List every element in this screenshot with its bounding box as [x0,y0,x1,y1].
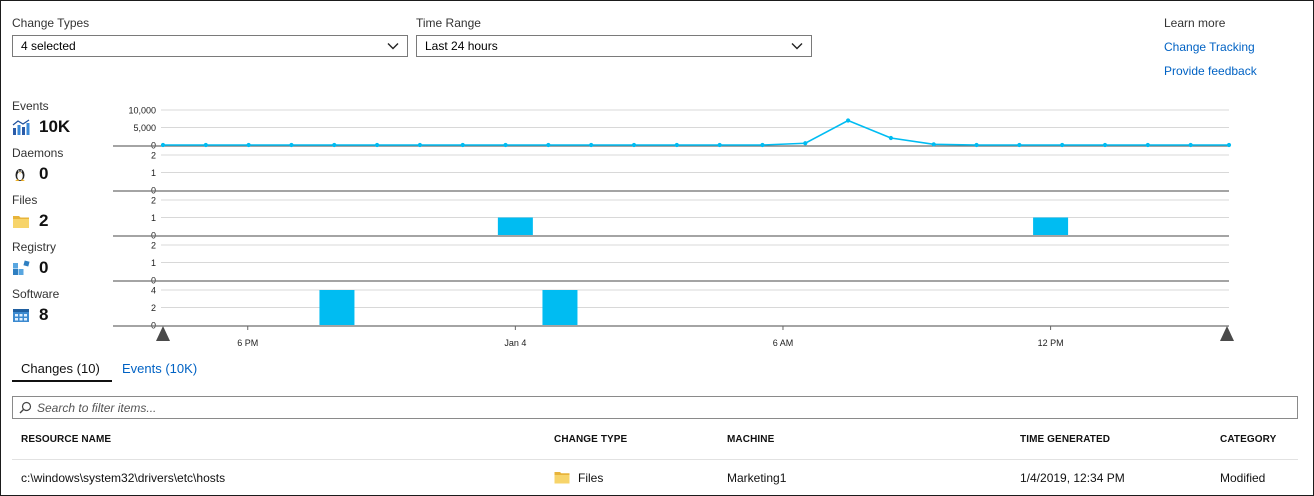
files-y-tick-label: 2 [151,196,156,206]
column-header-resource-name[interactable]: RESOURCE NAME [21,434,111,445]
software-y-tick-label: 4 [151,286,156,296]
events-data-point [160,142,166,148]
column-header-category[interactable]: CATEGORY [1220,434,1276,445]
header-divider [12,459,1298,460]
column-header-change-type[interactable]: CHANGE TYPE [554,434,627,445]
events-data-point [503,142,508,148]
range-end-handle[interactable] [1220,326,1234,341]
events-data-point [974,142,979,148]
files-y-tick-label: 1 [151,213,156,223]
x-tick-label: Jan 4 [504,338,526,348]
events-data-point [460,142,465,148]
events-data-point [546,142,551,148]
files-bar [497,217,533,235]
events-data-point [888,135,894,141]
column-header-time-generated[interactable]: TIME GENERATED [1020,434,1110,445]
events-y-tick-label: 5,000 [133,123,156,133]
registry-y-tick-label: 1 [151,258,156,268]
search-icon [19,401,32,414]
column-header-machine[interactable]: MACHINE [727,434,774,445]
events-data-point [246,142,251,148]
events-data-point [674,142,679,148]
events-series-line [163,119,1229,146]
events-data-point [803,141,808,146]
events-data-point [203,142,208,148]
cell-time-generated: 1/4/2019, 12:34 PM [1020,471,1125,485]
events-y-tick-label: 10,000 [128,106,156,116]
daemons-y-tick-label: 1 [151,168,156,178]
events-data-point [760,142,765,148]
events-data-point [1145,142,1150,148]
events-data-point [417,142,423,148]
events-data-point [332,142,337,148]
tab-events[interactable]: Events (10K) [122,361,197,376]
window-frame: Change Types 4 selected Time Range Last … [0,0,1314,496]
tab-changes[interactable]: Changes (10) [21,361,100,376]
events-data-point [289,142,294,148]
filter-box[interactable]: Search to filter items... [12,396,1298,419]
software-bar [319,290,355,325]
software-bar [542,290,578,325]
software-y-tick-label: 2 [151,303,156,313]
registry-y-tick-label: 2 [151,241,156,251]
events-data-point [1188,142,1193,148]
files-bar [1033,217,1069,235]
change-type-text: Files [578,471,604,485]
events-data-point [717,142,722,148]
timeline-chart: 10,0005,00002102102104206 PMJan 46 AM12 … [113,106,1234,348]
range-start-handle[interactable] [156,326,170,341]
folder-icon [554,472,570,484]
daemons-y-tick-label: 2 [151,151,156,161]
x-tick-label: 6 PM [237,338,258,348]
events-data-point [631,142,637,148]
events-data-point [845,118,851,123]
x-tick-label: 6 AM [773,338,794,348]
events-data-point [374,142,380,148]
events-data-point [931,142,936,147]
events-data-point [1226,142,1232,148]
cell-resource-name: c:\windows\system32\drivers\etc\hosts [21,471,226,485]
events-data-point [589,142,594,148]
events-data-point [1017,142,1022,148]
x-tick-label: 12 PM [1038,338,1064,348]
events-data-point [1060,142,1065,148]
cell-category: Modified [1220,471,1266,485]
search-input-placeholder: Search to filter items... [37,400,157,415]
cell-machine: Marketing1 [727,471,787,485]
events-data-point [1102,142,1108,148]
active-tab-indicator [12,380,112,382]
cell-change-type: Files [554,471,603,485]
